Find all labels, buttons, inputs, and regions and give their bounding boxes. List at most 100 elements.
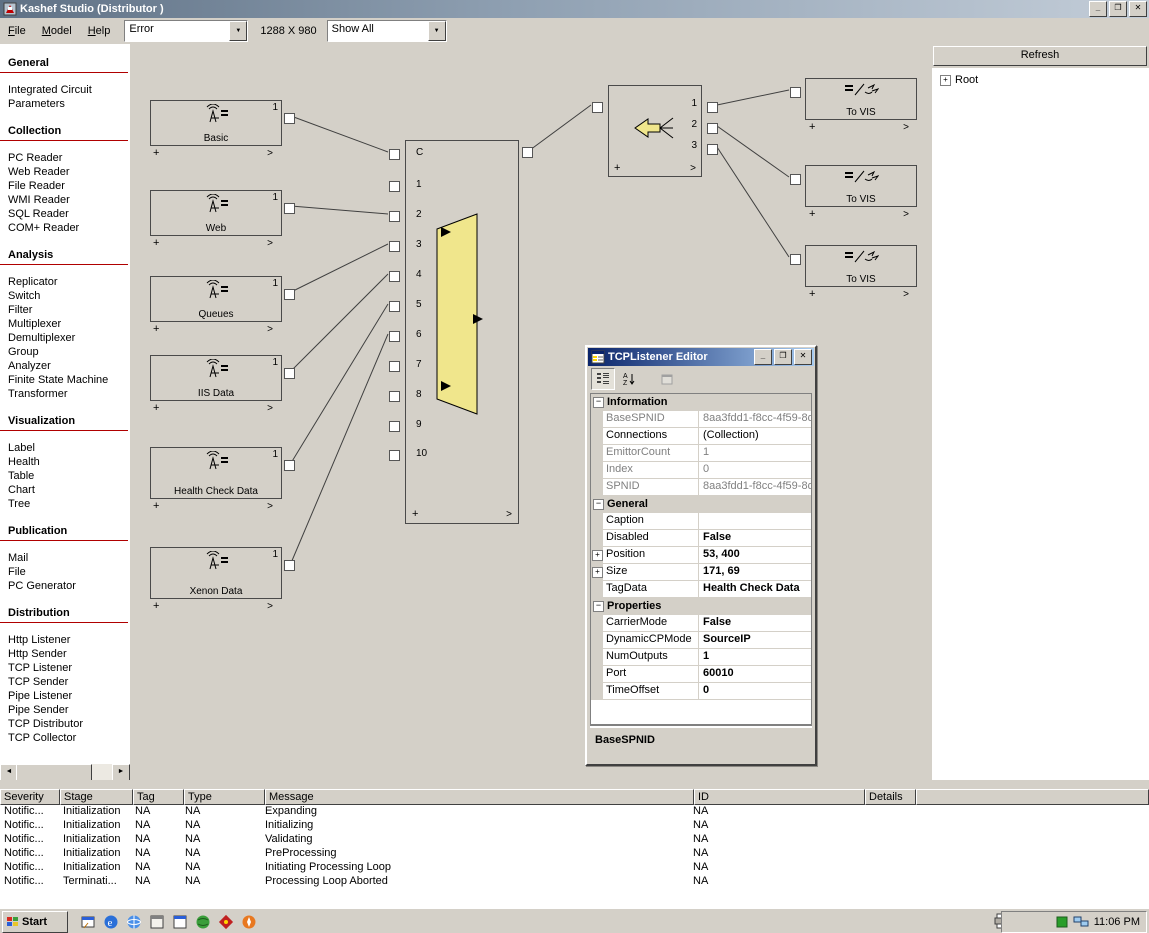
expand-control[interactable]: + xyxy=(412,509,418,520)
alphabetical-sort-icon[interactable]: AZ xyxy=(617,368,641,390)
output-port-checkbox[interactable] xyxy=(284,460,295,471)
column-header-id[interactable]: ID xyxy=(694,789,865,805)
chevron-control[interactable]: > xyxy=(903,209,909,220)
node-multiplexer[interactable]: C 1 2 3 4 5 6 7 8 9 10 xyxy=(405,140,519,524)
sidebar-item-finite-state-machine[interactable]: Finite State Machine xyxy=(8,373,130,387)
minimize-icon[interactable]: _ xyxy=(754,349,772,365)
chevron-control[interactable]: > xyxy=(267,324,273,335)
window-icon[interactable] xyxy=(149,914,165,930)
output-port-checkbox[interactable] xyxy=(707,123,718,134)
property-grid[interactable]: − Information BaseSPNID 8aa3fdd1-f8cc-4f… xyxy=(590,393,812,725)
property-value[interactable]: 53, 400 xyxy=(699,547,811,563)
property-value[interactable]: 0 xyxy=(699,462,811,478)
sidebar-item-integrated-circuit[interactable]: Integrated Circuit xyxy=(8,83,130,97)
menu-help[interactable]: Help xyxy=(80,22,119,40)
property-value[interactable]: (Collection) xyxy=(699,428,811,444)
node-xenon-data[interactable]: 1 Xenon Data + > xyxy=(150,547,282,599)
sidebar-item-tree[interactable]: Tree xyxy=(8,497,130,511)
sidebar-item-multiplexer[interactable]: Multiplexer xyxy=(8,317,130,331)
model-tree[interactable]: + Root xyxy=(932,68,1149,780)
log-row[interactable]: Notific... Initialization NA NA Expandin… xyxy=(0,805,1149,819)
sidebar-item-http-sender[interactable]: Http Sender xyxy=(8,647,130,661)
column-header-message[interactable]: Message xyxy=(265,789,694,805)
input-port-checkbox[interactable] xyxy=(389,149,400,160)
sidebar-item-pipe-listener[interactable]: Pipe Listener xyxy=(8,689,130,703)
expand-control[interactable]: + xyxy=(153,601,159,612)
restore-icon[interactable]: ❐ xyxy=(1109,1,1127,17)
minimize-icon[interactable]: _ xyxy=(1089,1,1107,17)
sidebar-item-parameters[interactable]: Parameters xyxy=(8,97,130,111)
close-icon[interactable]: ✕ xyxy=(1129,1,1147,17)
chevron-control[interactable]: > xyxy=(267,148,273,159)
sidebar-item-pc-reader[interactable]: PC Reader xyxy=(8,151,130,165)
property-row[interactable]: CarrierMode False xyxy=(591,615,811,632)
column-header-type[interactable]: Type xyxy=(184,789,265,805)
chevron-control[interactable]: > xyxy=(267,238,273,249)
output-port-checkbox[interactable] xyxy=(707,144,718,155)
editor-titlebar[interactable]: TCPListener Editor _ ❐ ✕ xyxy=(588,348,814,366)
chevron-control[interactable]: > xyxy=(267,403,273,414)
sidebar-item-switch[interactable]: Switch xyxy=(8,289,130,303)
show-desktop-icon[interactable] xyxy=(80,914,96,930)
sidebar-item-chart[interactable]: Chart xyxy=(8,483,130,497)
output-port-checkbox[interactable] xyxy=(707,102,718,113)
input-port-checkbox[interactable] xyxy=(389,391,400,402)
collapse-icon[interactable]: − xyxy=(593,397,604,408)
category-row[interactable]: − General xyxy=(591,496,811,513)
sidebar-item-tcp-collector[interactable]: TCP Collector xyxy=(8,731,130,745)
log-row[interactable]: Notific... Initialization NA NA PreProce… xyxy=(0,847,1149,861)
input-port-checkbox[interactable] xyxy=(389,301,400,312)
expand-control[interactable]: + xyxy=(614,163,620,174)
node-to-vis-1[interactable]: To VIS + > xyxy=(805,78,917,120)
sidebar-item-web-reader[interactable]: Web Reader xyxy=(8,165,130,179)
chevron-down-icon[interactable]: ▼ xyxy=(229,21,247,41)
property-row[interactable]: Disabled False xyxy=(591,530,811,547)
input-port-checkbox[interactable] xyxy=(592,102,603,113)
property-row[interactable]: Caption xyxy=(591,513,811,530)
property-value[interactable]: 8aa3fdd1-f8cc-4f59-8de xyxy=(699,479,811,495)
menu-model[interactable]: Model xyxy=(34,22,80,40)
chevron-control[interactable]: > xyxy=(267,601,273,612)
globe-icon[interactable] xyxy=(195,914,211,930)
window-icon[interactable] xyxy=(172,914,188,930)
expand-control[interactable]: + xyxy=(153,148,159,159)
expand-icon[interactable]: + xyxy=(592,567,603,578)
chevron-control[interactable]: > xyxy=(506,509,512,520)
node-to-vis-3[interactable]: To VIS + > xyxy=(805,245,917,287)
node-to-vis-2[interactable]: To VIS + > xyxy=(805,165,917,207)
output-port-checkbox[interactable] xyxy=(284,368,295,379)
tcplistener-editor-window[interactable]: TCPListener Editor _ ❐ ✕ AZ − Infor xyxy=(585,345,817,766)
tree-item-root[interactable]: + Root xyxy=(932,68,1149,86)
property-row[interactable]: + Position 53, 400 xyxy=(591,547,811,564)
status-indicator-icon[interactable] xyxy=(1056,916,1068,928)
property-value[interactable]: Health Check Data xyxy=(699,581,811,597)
sidebar-item-tcp-distributor[interactable]: TCP Distributor xyxy=(8,717,130,731)
start-button[interactable]: Start xyxy=(2,911,68,933)
sidebar-item-filter[interactable]: Filter xyxy=(8,303,130,317)
scrollbar-thumb[interactable] xyxy=(16,764,92,780)
node-queues[interactable]: 1 Queues + > xyxy=(150,276,282,322)
app-icon-red[interactable] xyxy=(218,914,234,930)
sidebar-horizontal-scrollbar[interactable]: ◄ ► xyxy=(0,764,130,780)
column-header-tag[interactable]: Tag xyxy=(133,789,184,805)
property-row[interactable]: Index 0 xyxy=(591,462,811,479)
output-port-checkbox[interactable] xyxy=(284,289,295,300)
property-row[interactable]: DynamicCPMode SourceIP xyxy=(591,632,811,649)
property-row[interactable]: EmittorCount 1 xyxy=(591,445,811,462)
output-port-checkbox[interactable] xyxy=(284,203,295,214)
scroll-right-icon[interactable]: ► xyxy=(112,764,130,780)
show-all-select[interactable]: Show All ▼ xyxy=(327,20,447,42)
property-row[interactable]: BaseSPNID 8aa3fdd1-f8cc-4f59-8de xyxy=(591,411,811,428)
expand-control[interactable]: + xyxy=(809,289,815,300)
property-value[interactable]: 1 xyxy=(699,649,811,665)
column-header-details[interactable]: Details xyxy=(865,789,916,805)
window-titlebar[interactable]: Kashef Studio (Distributor ) _ ❐ ✕ xyxy=(0,0,1149,18)
sidebar-item-tcp-sender[interactable]: TCP Sender xyxy=(8,675,130,689)
property-row[interactable]: TagData Health Check Data xyxy=(591,581,811,598)
log-row[interactable]: Notific... Initialization NA NA Initiati… xyxy=(0,861,1149,875)
category-row[interactable]: − Properties xyxy=(591,598,811,615)
sidebar-item-transformer[interactable]: Transformer xyxy=(8,387,130,401)
input-port-checkbox[interactable] xyxy=(389,361,400,372)
expand-icon[interactable]: + xyxy=(592,550,603,561)
sidebar-item-http-listener[interactable]: Http Listener xyxy=(8,633,130,647)
